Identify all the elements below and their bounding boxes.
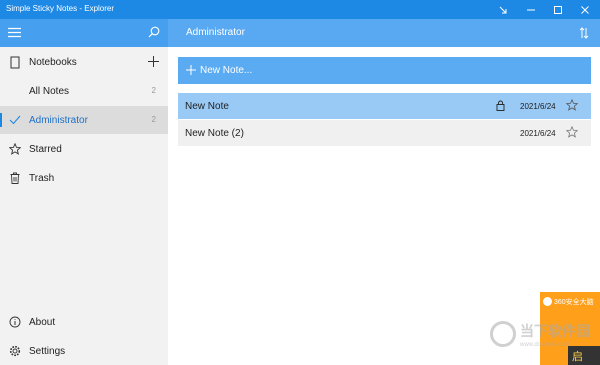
maximize-icon [553,5,563,15]
sidebar-item-label: About [29,317,56,328]
watermark-brand: 当下软件园 [520,323,590,339]
watermark-url: www.downxia.com [520,342,570,348]
window-title: Simple Sticky Notes - Explorer [6,4,115,13]
info-icon [8,314,22,330]
note-count: 2 [151,115,156,124]
sidebar-item-notebooks[interactable]: Notebooks [0,48,168,76]
close-icon [580,5,590,15]
sidebar-item-about[interactable]: About [0,308,168,336]
lock-icon[interactable] [496,100,505,111]
minimize-button[interactable] [518,0,544,19]
note-count: 2 [151,86,156,95]
arrow-down-right-icon [498,5,508,15]
sidebar-item-all-notes[interactable]: All Notes 2 [0,77,168,105]
sidebar: Notebooks All Notes 2 Administrator 2 St… [0,47,168,365]
note-date: 2021/6/24 [520,129,556,138]
title-bar: Simple Sticky Notes - Explorer [0,0,600,19]
pin-button[interactable] [490,0,516,19]
maximize-button[interactable] [545,0,571,19]
star-icon[interactable] [566,99,578,111]
note-title: New Note (2) [185,128,244,139]
sort-icon[interactable] [579,27,589,39]
ad-text: 360安全大脑 [554,299,594,306]
watermark: 当下软件园 www.downxia.com [490,318,600,358]
add-notebook-icon[interactable] [148,56,159,67]
hamburger-menu-icon[interactable] [8,27,21,38]
sidebar-item-label: All Notes [29,86,70,97]
sidebar-item-label: Administrator [29,115,88,126]
note-row[interactable]: New Note 2021/6/24 [178,93,591,119]
close-button[interactable] [572,0,598,19]
star-icon[interactable] [566,126,578,138]
sidebar-item-starred[interactable]: Starred [0,135,168,163]
sidebar-item-label: Starred [29,144,62,155]
note-date: 2021/6/24 [520,102,556,111]
new-note-button[interactable]: New Note... [178,57,591,84]
note-title: New Note [185,101,229,112]
watermark-logo-icon [490,321,516,347]
plus-icon [186,65,196,75]
check-icon [8,112,22,128]
sidebar-item-administrator[interactable]: Administrator 2 [0,106,168,134]
star-icon [8,141,22,157]
sidebar-header [0,19,168,47]
notebook-icon [8,54,22,70]
sidebar-item-label: Trash [29,173,55,184]
search-icon[interactable] [148,26,160,38]
page-title: Administrator [186,27,245,38]
gear-icon [8,343,22,359]
sidebar-item-trash[interactable]: Trash [0,164,168,192]
trash-icon [8,170,22,186]
sidebar-item-label: Settings [29,346,66,357]
new-note-label: New Note... [200,65,253,76]
sidebar-item-label: Notebooks [29,57,77,68]
main-header: Administrator [168,19,600,47]
sidebar-item-settings[interactable]: Settings [0,337,168,365]
minimize-icon [526,5,536,15]
note-row[interactable]: New Note (2) 2021/6/24 [178,120,591,146]
